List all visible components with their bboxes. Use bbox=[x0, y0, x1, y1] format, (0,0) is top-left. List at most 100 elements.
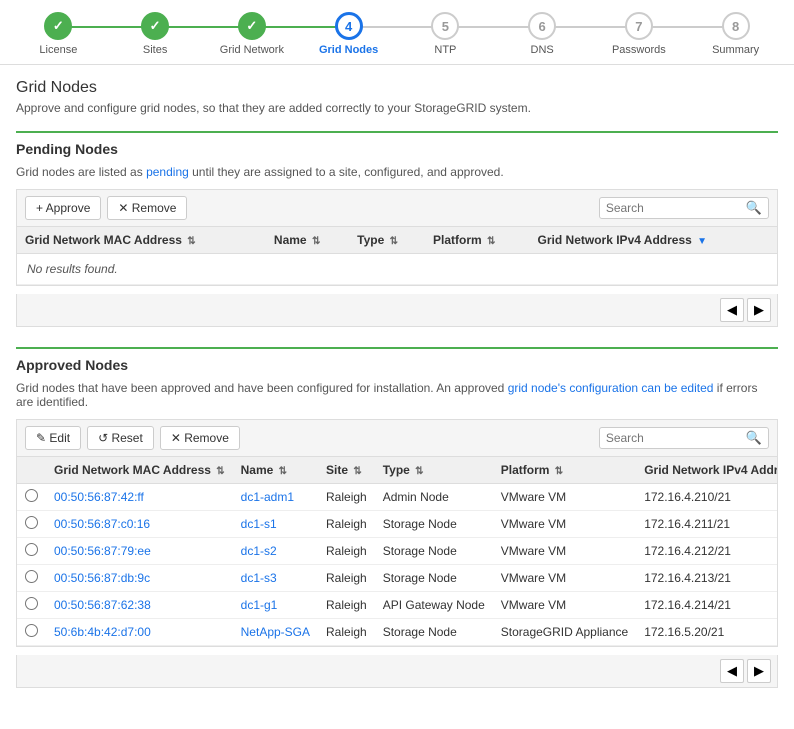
step-circle-0: ✓ bbox=[44, 12, 72, 40]
row-type-3: Storage Node bbox=[375, 565, 493, 592]
row-ip-3: 172.16.4.213/21 bbox=[636, 565, 778, 592]
approved-edit-button[interactable]: ✎ Edit bbox=[25, 426, 81, 450]
pending-table: Grid Network MAC Address ⇅ Name ⇅ Type ⇅… bbox=[17, 227, 777, 285]
wizard-step-passwords[interactable]: 7 Passwords bbox=[591, 12, 688, 56]
approved-remove-button[interactable]: ✕ Remove bbox=[160, 426, 240, 450]
row-name-0: dc1-adm1 bbox=[233, 484, 318, 511]
approved-col-site[interactable]: Site ⇅ bbox=[318, 457, 375, 484]
row-site-5: Raleigh bbox=[318, 619, 375, 646]
pending-col-platform[interactable]: Platform ⇅ bbox=[425, 227, 530, 254]
wizard-step-grid-nodes[interactable]: 4 Grid Nodes bbox=[300, 12, 397, 56]
pending-table-header: Grid Network MAC Address ⇅ Name ⇅ Type ⇅… bbox=[17, 227, 777, 254]
approved-table-container: Grid Network MAC Address ⇅ Name ⇅ Site ⇅… bbox=[16, 457, 778, 647]
pending-approve-button[interactable]: + Approve bbox=[25, 196, 101, 220]
approved-col-platform[interactable]: Platform ⇅ bbox=[493, 457, 636, 484]
page-subtitle: Approve and configure grid nodes, so tha… bbox=[16, 101, 778, 115]
page-title: Grid Nodes bbox=[16, 79, 778, 97]
step-label-2: Grid Network bbox=[220, 44, 284, 56]
row-mac-4: 00:50:56:87:62:38 bbox=[46, 592, 233, 619]
step-label-3: Grid Nodes bbox=[319, 44, 378, 56]
approved-info-text: Grid nodes that have been approved and h… bbox=[16, 381, 778, 409]
approved-table-row[interactable]: 00:50:56:87:79:ee dc1-s2 Raleigh Storage… bbox=[17, 538, 778, 565]
row-type-4: API Gateway Node bbox=[375, 592, 493, 619]
approved-table-row[interactable]: 00:50:56:87:c0:16 dc1-s1 Raleigh Storage… bbox=[17, 511, 778, 538]
row-platform-1: VMware VM bbox=[493, 511, 636, 538]
approved-toolbar: ✎ Edit ↺ Reset ✕ Remove 🔍 bbox=[16, 419, 778, 457]
pending-col-ip[interactable]: Grid Network IPv4 Address ▼ bbox=[530, 227, 777, 254]
approved-table-row[interactable]: 00:50:56:87:db:9c dc1-s3 Raleigh Storage… bbox=[17, 565, 778, 592]
pending-link[interactable]: pending bbox=[146, 165, 189, 179]
row-radio-5[interactable] bbox=[17, 619, 46, 646]
row-radio-3[interactable] bbox=[17, 565, 46, 592]
pending-col-mac[interactable]: Grid Network MAC Address ⇅ bbox=[17, 227, 266, 254]
row-mac-1: 00:50:56:87:c0:16 bbox=[46, 511, 233, 538]
row-radio-0[interactable] bbox=[17, 484, 46, 511]
approved-search-input[interactable] bbox=[606, 431, 746, 445]
approved-table-row[interactable]: 00:50:56:87:42:ff dc1-adm1 Raleigh Admin… bbox=[17, 484, 778, 511]
wizard-step-ntp[interactable]: 5NTP bbox=[397, 12, 494, 56]
row-type-1: Storage Node bbox=[375, 511, 493, 538]
step-circle-6: 7 bbox=[625, 12, 653, 40]
wizard-step-dns[interactable]: 6DNS bbox=[494, 12, 591, 56]
step-circle-1: ✓ bbox=[141, 12, 169, 40]
row-site-4: Raleigh bbox=[318, 592, 375, 619]
pending-search-input[interactable] bbox=[606, 201, 746, 215]
wizard-step-grid-network[interactable]: ✓ Grid Network bbox=[204, 12, 301, 56]
approved-col-ip[interactable]: Grid Network IPv4 Address ▼ bbox=[636, 457, 778, 484]
row-site-3: Raleigh bbox=[318, 565, 375, 592]
approved-prev-page[interactable]: ◀ bbox=[720, 659, 744, 683]
approved-col-type[interactable]: Type ⇅ bbox=[375, 457, 493, 484]
wizard-step-license[interactable]: ✓ License bbox=[10, 12, 107, 56]
approved-next-page[interactable]: ▶ bbox=[747, 659, 771, 683]
approved-table-row[interactable]: 00:50:56:87:62:38 dc1-g1 Raleigh API Gat… bbox=[17, 592, 778, 619]
step-label-7: Summary bbox=[712, 44, 759, 56]
row-radio-2[interactable] bbox=[17, 538, 46, 565]
row-platform-3: VMware VM bbox=[493, 565, 636, 592]
step-circle-2: ✓ bbox=[238, 12, 266, 40]
pending-prev-page[interactable]: ◀ bbox=[720, 298, 744, 322]
approved-section-title: Approved Nodes bbox=[16, 347, 778, 373]
pending-col-type[interactable]: Type ⇅ bbox=[349, 227, 425, 254]
pending-pagination: ◀ ▶ bbox=[16, 294, 778, 327]
row-radio-4[interactable] bbox=[17, 592, 46, 619]
pending-no-results: No results found. bbox=[17, 254, 777, 285]
step-circle-3: 4 bbox=[335, 12, 363, 40]
step-circle-5: 6 bbox=[528, 12, 556, 40]
row-type-2: Storage Node bbox=[375, 538, 493, 565]
pending-col-name[interactable]: Name ⇅ bbox=[266, 227, 349, 254]
approved-reset-button[interactable]: ↺ Reset bbox=[87, 426, 154, 450]
approved-col-mac[interactable]: Grid Network MAC Address ⇅ bbox=[46, 457, 233, 484]
step-label-6: Passwords bbox=[612, 44, 666, 56]
pending-next-page[interactable]: ▶ bbox=[747, 298, 771, 322]
pending-remove-button[interactable]: ✕ Remove bbox=[107, 196, 187, 220]
step-circle-4: 5 bbox=[431, 12, 459, 40]
approved-toolbar-buttons: ✎ Edit ↺ Reset ✕ Remove bbox=[25, 426, 240, 450]
pending-toolbar: + Approve ✕ Remove 🔍 bbox=[16, 189, 778, 227]
row-mac-5: 50:6b:4b:42:d7:00 bbox=[46, 619, 233, 646]
pending-no-results-row: No results found. bbox=[17, 254, 777, 285]
step-label-1: Sites bbox=[143, 44, 167, 56]
approved-col-name[interactable]: Name ⇅ bbox=[233, 457, 318, 484]
row-site-1: Raleigh bbox=[318, 511, 375, 538]
row-mac-3: 00:50:56:87:db:9c bbox=[46, 565, 233, 592]
step-label-0: License bbox=[39, 44, 77, 56]
row-platform-2: VMware VM bbox=[493, 538, 636, 565]
wizard-step-sites[interactable]: ✓ Sites bbox=[107, 12, 204, 56]
row-name-5: NetApp-SGA bbox=[233, 619, 318, 646]
row-mac-0: 00:50:56:87:42:ff bbox=[46, 484, 233, 511]
row-ip-0: 172.16.4.210/21 bbox=[636, 484, 778, 511]
approved-link[interactable]: grid node's configuration can be edited bbox=[508, 381, 714, 395]
row-platform-0: VMware VM bbox=[493, 484, 636, 511]
row-ip-5: 172.16.5.20/21 bbox=[636, 619, 778, 646]
row-site-0: Raleigh bbox=[318, 484, 375, 511]
step-circle-7: 8 bbox=[722, 12, 750, 40]
wizard-steps: ✓ License ✓ Sites ✓ Grid Network 4 Grid Nodes 5N… bbox=[0, 0, 794, 65]
row-name-1: dc1-s1 bbox=[233, 511, 318, 538]
approved-table-row[interactable]: 50:6b:4b:42:d7:00 NetApp-SGA Raleigh Sto… bbox=[17, 619, 778, 646]
row-radio-1[interactable] bbox=[17, 511, 46, 538]
row-ip-2: 172.16.4.212/21 bbox=[636, 538, 778, 565]
row-type-5: Storage Node bbox=[375, 619, 493, 646]
row-ip-1: 172.16.4.211/21 bbox=[636, 511, 778, 538]
pending-table-container: Grid Network MAC Address ⇅ Name ⇅ Type ⇅… bbox=[16, 227, 778, 286]
wizard-step-summary[interactable]: 8 Summary bbox=[687, 12, 784, 56]
